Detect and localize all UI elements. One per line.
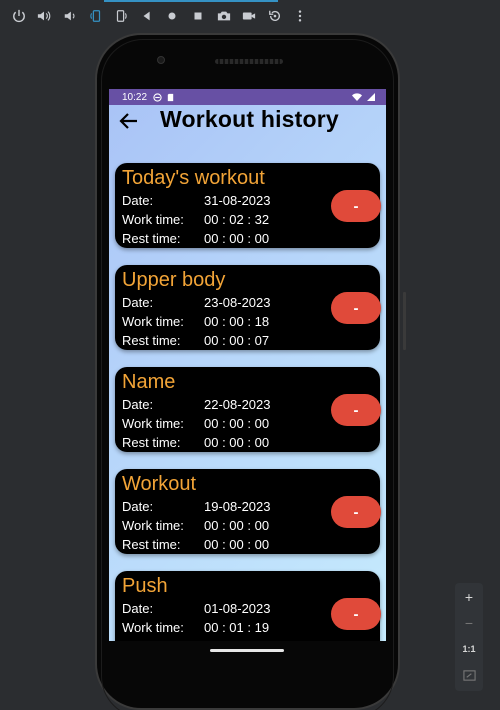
workout-name: Workout [122, 473, 197, 495]
video-icon[interactable] [236, 0, 262, 32]
rest-time-label: Rest time: [122, 333, 181, 348]
rest-time-label: Rest time: [122, 231, 181, 246]
workout-name: Today's workout [122, 167, 265, 189]
rest-time-row: Rest time: 00 : 00 : 00 [122, 537, 269, 553]
delete-button[interactable]: - [331, 598, 381, 630]
home-gesture-handle[interactable] [210, 649, 284, 652]
emulator-toolbar [0, 0, 500, 32]
rest-time-row: Rest time: 00 : 00 : 07 [122, 333, 269, 349]
work-time-value: 00 : 02 : 32 [204, 212, 270, 227]
status-time: 10:22 [122, 91, 148, 103]
delete-button[interactable]: - [331, 190, 381, 222]
zoom-fit-icon[interactable] [455, 663, 483, 687]
workout-name: Push [122, 575, 168, 597]
work-time-label: Work time: [122, 212, 184, 227]
work-time-row: Work time: 00 : 00 : 00 [122, 416, 269, 432]
date-label: Date: [122, 499, 154, 514]
workout-card[interactable]: Upper body Date: 23-08-2023 Work time: 00 … [115, 265, 381, 350]
workout-name: Upper body [122, 269, 226, 291]
wifi-icon [352, 93, 362, 101]
more-icon[interactable] [288, 0, 314, 32]
date-value: 01-08-2023 [204, 601, 271, 616]
app-bar: Workout history [109, 105, 386, 145]
rest-time-label: Rest time: [122, 435, 181, 450]
status-bar: 10:22 [109, 89, 386, 105]
workout-card[interactable]: Workout Date: 19-08-2023 Work time: 00 : 0… [115, 469, 381, 554]
rest-time-value: 00 : 00 : 07 [204, 333, 270, 348]
camera-icon[interactable] [211, 0, 237, 32]
work-time-label: Work time: [122, 620, 184, 635]
zoom-actual-size-button[interactable]: 1:1 [455, 637, 483, 661]
device-side-button[interactable] [403, 292, 406, 350]
toolbar-active-indicator [104, 0, 278, 2]
date-label: Date: [122, 295, 154, 310]
workout-card[interactable]: Today's workout Date: 31-08-2023 Work tim… [115, 163, 381, 248]
volume-down-icon[interactable] [57, 0, 83, 32]
volume-up-icon[interactable] [32, 0, 58, 32]
date-value: 31-08-2023 [204, 193, 271, 208]
work-time-value: 00 : 01 : 19 [204, 620, 270, 635]
work-time-label: Work time: [122, 416, 184, 431]
rotate-left-icon[interactable] [83, 0, 109, 32]
rest-time-row: Rest time: 00 : 00 : 00 [122, 435, 269, 451]
delete-button[interactable]: - [331, 394, 381, 426]
date-label: Date: [122, 397, 154, 412]
rest-time-row: Rest time: 00 : 00 : 00 [122, 231, 269, 247]
zoom-out-button[interactable]: − [455, 611, 483, 635]
rest-time-value: 00 : 00 : 00 [204, 435, 270, 450]
zoom-in-button[interactable]: + [455, 585, 483, 609]
rest-time-label: Rest time: [122, 537, 181, 552]
date-value: 23-08-2023 [204, 295, 271, 310]
dnd-icon [153, 92, 162, 102]
date-row: Date: 22-08-2023 [122, 397, 271, 413]
work-time-row: Work time: 00 : 00 : 00 [122, 518, 269, 534]
work-time-value: 00 : 00 : 00 [204, 518, 270, 533]
power-icon[interactable] [6, 0, 32, 32]
earpiece-speaker [215, 59, 283, 64]
workout-name: Name [122, 371, 176, 393]
date-value: 22-08-2023 [204, 397, 271, 412]
workout-card[interactable]: Name Date: 22-08-2023 Work time: 00 : 00 :… [115, 367, 381, 452]
delete-button[interactable]: - [331, 292, 381, 324]
date-row: Date: 23-08-2023 [122, 295, 271, 311]
work-time-value: 00 : 00 : 00 [204, 416, 270, 431]
date-row: Date: 31-08-2023 [122, 193, 271, 209]
date-label: Date: [122, 193, 154, 208]
rest-time-value: 00 : 00 : 00 [204, 231, 270, 246]
date-row: Date: 19-08-2023 [122, 499, 271, 515]
work-time-label: Work time: [122, 314, 184, 329]
overview-icon[interactable] [185, 0, 211, 32]
sd-card-icon [167, 93, 174, 101]
home-icon[interactable] [160, 0, 186, 32]
work-time-label: Work time: [122, 518, 184, 533]
rotate-right-icon[interactable] [108, 0, 134, 32]
replay-icon[interactable] [262, 0, 288, 32]
back-icon[interactable] [134, 0, 160, 32]
zoom-panel: + − 1:1 [455, 583, 483, 691]
app-screen: 10:22 Workout history Today's workout Da… [109, 89, 386, 641]
workout-card[interactable]: Push Date: 01-08-2023 Work time: 00 : 01 :… [115, 571, 381, 641]
page-title: Workout history [160, 106, 339, 132]
work-time-row: Work time: 00 : 01 : 19 [122, 620, 269, 636]
work-time-row: Work time: 00 : 02 : 32 [122, 212, 269, 228]
gesture-nav-bar [109, 641, 386, 663]
back-arrow-icon[interactable] [118, 110, 140, 132]
battery-icon [367, 93, 375, 101]
rest-time-value: 00 : 00 : 00 [204, 537, 270, 552]
work-time-row: Work time: 00 : 00 : 18 [122, 314, 269, 330]
front-camera [157, 56, 165, 64]
date-row: Date: 01-08-2023 [122, 601, 271, 617]
delete-button[interactable]: - [331, 496, 381, 528]
date-label: Date: [122, 601, 154, 616]
work-time-value: 00 : 00 : 18 [204, 314, 270, 329]
date-value: 19-08-2023 [204, 499, 271, 514]
